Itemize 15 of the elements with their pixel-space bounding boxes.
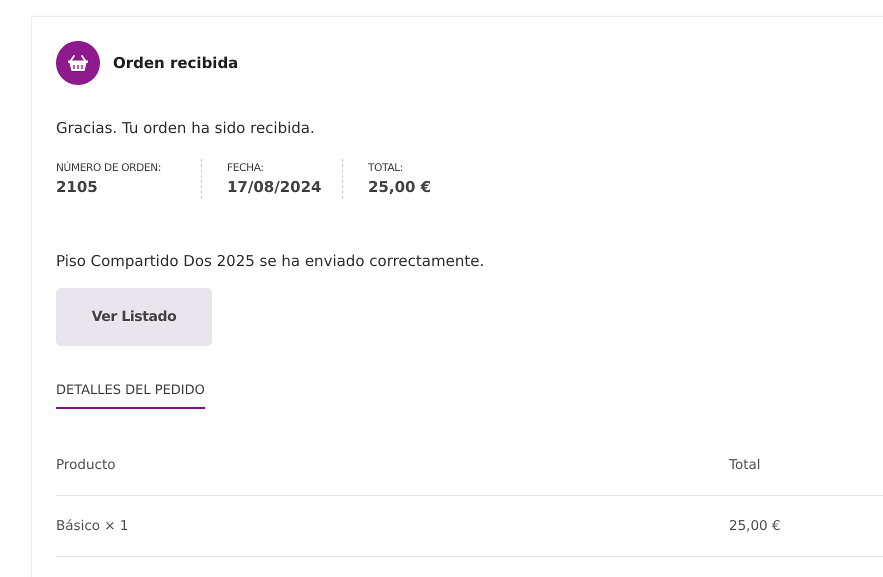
details-tab[interactable]: DETALLES DEL PEDIDO bbox=[56, 383, 205, 409]
view-listing-button[interactable]: Ver Listado bbox=[56, 288, 212, 346]
basket-icon bbox=[56, 41, 100, 85]
overview-value: 2105 bbox=[56, 178, 99, 196]
table-cell: Básico × 1 bbox=[56, 496, 729, 556]
overview-label: TOTAL: bbox=[368, 162, 404, 174]
notice-message: Piso Compartido Dos 2025 se ha enviado correctamente. bbox=[56, 252, 486, 270]
table-cell: 25,00 € bbox=[729, 496, 883, 556]
overview-label: FECHA: bbox=[227, 162, 265, 174]
thanks-message: Gracias. Tu orden ha sido recibida. bbox=[56, 119, 316, 137]
overview-label: NÚMERO DE ORDEN: bbox=[56, 162, 162, 174]
overview-value: 25,00 € bbox=[368, 178, 432, 196]
column-header: Total bbox=[729, 439, 883, 496]
page-title: Orden recibida bbox=[113, 54, 238, 72]
column-header: Producto bbox=[56, 439, 729, 496]
